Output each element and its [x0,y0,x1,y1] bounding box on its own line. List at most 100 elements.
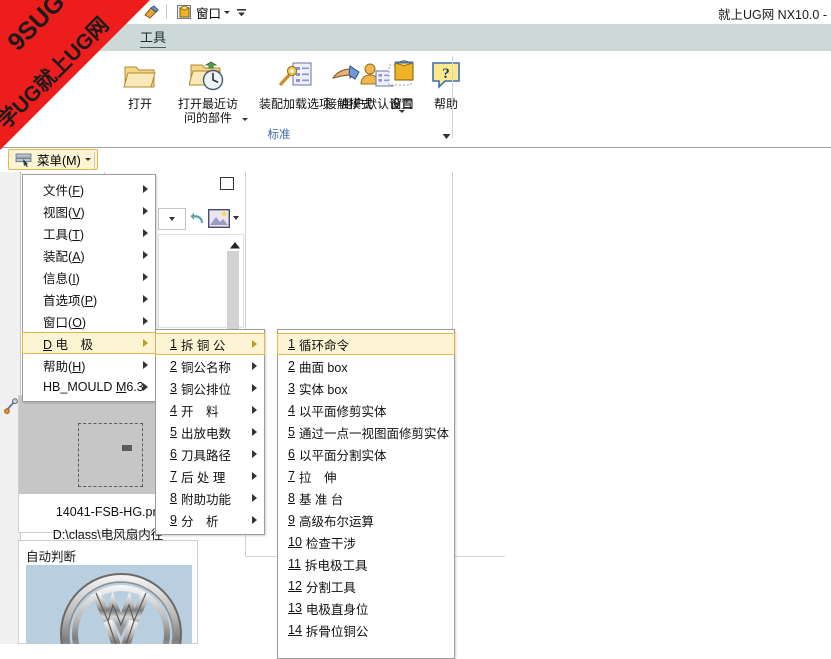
svg-text:?: ? [442,66,450,82]
ribbon-button-recent-parts[interactable]: 打开最近访 问的部件 [166,55,250,125]
qat-eraser[interactable] [142,3,160,21]
menu-item-trim-solid-by-point-view-num: 5 [288,425,295,439]
menu-item-extrude-label: 拉 伸 [298,470,337,485]
menu-item-datum-base[interactable]: 8 基 准 台 [278,487,454,509]
menu-item-electrode[interactable]: D 电 极 [22,332,156,354]
menu-item-stock[interactable]: 4 开 料 [156,399,264,421]
menu-item-split-copper-label: 拆 铜 公 [180,338,226,353]
menu-item-toolpath-num: 6 [170,447,177,461]
menu-item-copper-layout[interactable]: 3 铜公排位 [156,377,264,399]
menu-item-solid-box-label: 实体 box [298,382,348,397]
submenu-arrow-icon [143,317,148,325]
menu-item-split-copper-num: 1 [170,337,177,351]
submenu-arrow-icon [143,185,148,193]
menu-item-toolpath-label: 刀具路径 [180,448,231,463]
ribbon-button-window[interactable]: 窗口 [380,55,424,113]
menu-item-electrode-label: D 电 极 [43,337,94,352]
menu-item-analysis-num: 9 [170,513,177,527]
menu-item-analysis-label: 分 析 [180,514,219,529]
ribbon-button-recent-parts-label-line1: 打开最近访 [177,97,238,111]
submenu-arrow-icon [252,340,257,348]
menu-item-window[interactable]: 窗口(O) [23,310,155,332]
auto-judge-image [26,565,192,644]
menu-item-postprocess-label: 后 处 理 [180,470,226,485]
menu-item-trim-solid-by-point-view[interactable]: 5 通过一点一视图面修剪实体 [278,421,454,443]
qat-window-button[interactable]: 窗口 [176,3,247,21]
scroll-up-icon[interactable] [229,241,241,250]
menu-item-extrude[interactable]: 7 拉 伸 [278,465,454,487]
menu-item-advanced-boolean[interactable]: 9 高级布尔运算 [278,509,454,531]
menu-item-split-solid-by-plane[interactable]: 6 以平面分割实体 [278,443,454,465]
ribbon-button-recent-parts-label-line2: 问的部件 [183,111,232,125]
menu-item-check-interference-label: 检查干涉 [305,536,356,551]
menu-item-assembly[interactable]: 装配(A) [23,244,155,266]
tab-tools[interactable]: 工具 [128,24,178,51]
window-cube-icon [380,55,424,97]
menu-item-check-interference[interactable]: 10 检查干涉 [278,531,454,553]
menu-item-help[interactable]: 帮助(H) [23,354,155,376]
menu-level-2[interactable]: 1 拆 铜 公 2 铜公名称 3 铜公排位 4 开 料 5 出放电数 6 刀具路… [155,329,265,535]
menu-item-tools-label: 工具(T) [43,227,84,242]
submenu-arrow-icon [252,428,257,436]
menu-level-3[interactable]: 1 循环命令 2 曲面 box 3 实体 box 4 以平面修剪实体 5 通过一… [277,329,455,659]
menu-level-1[interactable]: 文件(F) 视图(V) 工具(T) 装配(A) 信息(I) 首选项(P) 窗口(… [22,174,156,402]
menu-item-stock-label: 开 料 [180,404,219,419]
menu-item-information[interactable]: 信息(I) [23,266,155,288]
menu-item-datum-base-num: 8 [288,491,295,505]
recent-parts-chevron-down-icon[interactable] [242,118,248,121]
menu-item-loop-command[interactable]: 1 循环命令 [277,333,455,355]
menu-item-solid-box[interactable]: 3 实体 box [278,377,454,399]
menu-item-trim-solid-by-point-view-label: 通过一点一视图面修剪实体 [298,426,449,441]
menu-item-tools[interactable]: 工具(T) [23,222,155,244]
menu-item-hb-mould-label: HB_MOULD M6.3 [43,380,144,394]
window-chevron-down-icon[interactable] [399,110,405,113]
menu-item-copper-name-label: 铜公名称 [180,360,231,375]
chevron-down-icon [169,217,175,221]
ribbon-group-expand-icon[interactable] [441,131,452,142]
menu-item-view[interactable]: 视图(V) [23,200,155,222]
dropdown-selector[interactable] [158,208,186,230]
menu-button-chevron-down-icon[interactable] [84,158,91,161]
menu-item-aux-functions[interactable]: 8 附助功能 [156,487,264,509]
menu-item-edm-count[interactable]: 5 出放电数 [156,421,264,443]
menu-item-split-solid-by-plane-label: 以平面分割实体 [298,448,387,463]
menu-item-split-rib-copper[interactable]: 14 拆骨位铜公 [278,619,454,641]
menu-item-preferences[interactable]: 首选项(P) [23,288,155,310]
image-icon[interactable] [208,209,230,228]
menu-item-surface-box-num: 2 [288,359,295,373]
menu-item-electrode-straight[interactable]: 13 电极直身位 [278,597,454,619]
scrollbar-thumb[interactable] [227,251,239,329]
menu-button[interactable]: 菜单(M) [8,149,98,170]
ribbon-tab-strip: 工具 [0,24,831,51]
menu-item-split-copper[interactable]: 1 拆 铜 公 [155,333,265,355]
menu-item-hb-mould[interactable]: HB_MOULD M6.3 [23,376,155,398]
ribbon-button-touch-mode-label: 接触模式 [324,97,373,111]
ribbon-body: 打开 打开最近访 问的部件 装配加载选项 用户默认设置 接触模式 窗口 ? 帮助… [0,51,831,146]
menu-item-check-interference-num: 10 [288,535,302,549]
image-chevron-down-icon[interactable] [233,216,239,220]
submenu-arrow-icon [143,361,148,369]
menu-item-copper-name[interactable]: 2 铜公名称 [156,355,264,377]
menu-item-analysis[interactable]: 9 分 析 [156,509,264,531]
qat-more-icon[interactable] [236,7,247,18]
menu-item-trim-solid-by-plane-label: 以平面修剪实体 [298,404,387,419]
stop-square-icon[interactable] [220,177,234,190]
window-title: 就上UG网 NX10.0 - [717,8,827,22]
submenu-arrow-icon [143,229,148,237]
menu-item-split-tool[interactable]: 12 分割工具 [278,575,454,597]
menu-item-trim-solid-by-plane[interactable]: 4 以平面修剪实体 [278,399,454,421]
menu-item-toolpath[interactable]: 6 刀具路径 [156,443,264,465]
ribbon-button-help[interactable]: ? 帮助 [424,55,468,111]
chevron-down-icon[interactable] [224,10,231,14]
recent-parts-icon [166,55,250,97]
menu-item-postprocess-num: 7 [170,469,177,483]
menu-item-postprocess[interactable]: 7 后 处 理 [156,465,264,487]
menu-item-extrude-num: 7 [288,469,295,483]
menu-item-surface-box[interactable]: 2 曲面 box [278,355,454,377]
ribbon-button-touch-mode[interactable]: 接触模式 [318,55,380,111]
menu-item-file[interactable]: 文件(F) [23,178,155,200]
menu-item-electrode-tool[interactable]: 11 拆电极工具 [278,553,454,575]
menu-item-file-label: 文件(F) [43,183,84,198]
touch-mode-icon [318,55,380,97]
undo-arrow-icon[interactable] [190,212,206,226]
